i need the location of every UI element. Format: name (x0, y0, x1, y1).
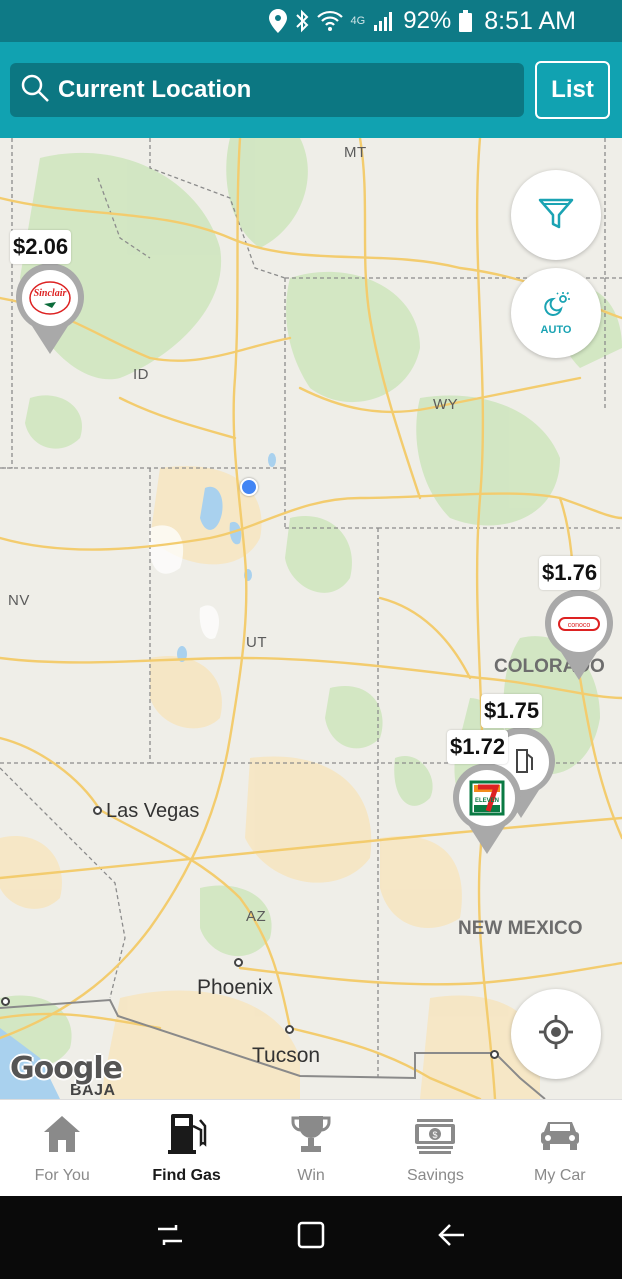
back-icon[interactable] (436, 1219, 468, 1256)
location-icon (268, 9, 287, 33)
nav-my-car[interactable]: My Car (498, 1100, 622, 1196)
clock: 8:51 AM (484, 6, 576, 35)
nav-find-gas[interactable]: Find Gas (124, 1100, 248, 1196)
state-label-wy: WY (433, 396, 459, 413)
location-search-input[interactable]: Current Location (10, 63, 524, 117)
app-header: Current Location List (0, 42, 622, 138)
system-navigation-bar (0, 1196, 622, 1279)
price-label: $2.06 (10, 230, 72, 264)
recent-apps-icon[interactable] (154, 1219, 186, 1256)
price-label: $1.72 (447, 730, 509, 764)
sinclair-logo-icon: Sinclair (15, 263, 85, 354)
nav-label-savings: Savings (406, 1167, 464, 1184)
gas-price-map[interactable]: MT ID WY NV UT AZ COLORADO NEW MEXICO BA… (0, 138, 622, 1099)
nav-savings[interactable]: $ Savings (373, 1100, 497, 1196)
svg-text:Sinclair: Sinclair (34, 288, 67, 299)
city-label-tucson: Tucson (252, 1044, 321, 1067)
city-dot-phoenix (234, 958, 243, 967)
city-dot-west (1, 997, 10, 1006)
state-label-new-mexico: NEW MEXICO (458, 918, 583, 939)
seven-eleven-logo-icon: ELEVEN (453, 763, 521, 854)
crosshair-icon (536, 1012, 576, 1057)
gas-pump-icon (165, 1112, 209, 1161)
signal-icon (373, 10, 395, 32)
day-night-icon (541, 291, 571, 322)
conoco-logo-icon: conoco (545, 589, 613, 680)
google-attribution: Google (10, 1051, 123, 1086)
home-icon (40, 1112, 84, 1161)
state-label-id: ID (133, 366, 149, 383)
auto-theme-button[interactable]: AUTO (511, 268, 601, 358)
recenter-button[interactable] (511, 989, 601, 1079)
bluetooth-icon (295, 9, 309, 33)
city-dot-el-paso (490, 1050, 499, 1059)
nav-label-find-gas: Find Gas (152, 1167, 221, 1184)
city-dot-las-vegas (93, 806, 102, 815)
svg-text:ELEVEN: ELEVEN (475, 798, 499, 804)
money-icon: $ (413, 1112, 457, 1161)
svg-text:$: $ (433, 1130, 438, 1140)
wifi-icon (316, 10, 343, 32)
city-dot-tucson (285, 1025, 294, 1034)
nav-for-you[interactable]: For You (0, 1100, 124, 1196)
car-icon (538, 1112, 582, 1161)
auto-label: AUTO (540, 323, 572, 336)
network-type: 4G (350, 15, 366, 27)
list-view-button[interactable]: List (535, 61, 610, 119)
trophy-icon (289, 1112, 333, 1161)
svg-text:conoco: conoco (568, 622, 591, 629)
city-label-phoenix: Phoenix (197, 976, 273, 999)
state-label-mt: MT (344, 144, 367, 161)
nav-label-win: Win (297, 1167, 325, 1184)
battery-icon (459, 10, 473, 32)
bottom-navigation: For You Find Gas Win $ Savings My Car (0, 1099, 622, 1196)
funnel-icon (536, 193, 576, 238)
state-label-nv: NV (8, 592, 30, 609)
nav-win[interactable]: Win (249, 1100, 373, 1196)
search-icon (20, 73, 50, 108)
status-bar: 4G 92% 8:51 AM (0, 0, 622, 42)
price-label: $1.75 (481, 694, 543, 728)
nav-label-my-car: My Car (534, 1167, 586, 1184)
state-label-ut: UT (246, 634, 267, 651)
battery-percent: 92% (403, 7, 452, 34)
filter-button[interactable] (511, 170, 601, 260)
search-location-label: Current Location (58, 76, 252, 103)
home-button-icon[interactable] (295, 1219, 327, 1256)
price-label: $1.76 (539, 556, 601, 590)
city-label-las-vegas: Las Vegas (106, 800, 200, 822)
state-label-az: AZ (246, 908, 267, 925)
current-location-dot (240, 478, 258, 496)
nav-label-for-you: For You (34, 1167, 90, 1184)
